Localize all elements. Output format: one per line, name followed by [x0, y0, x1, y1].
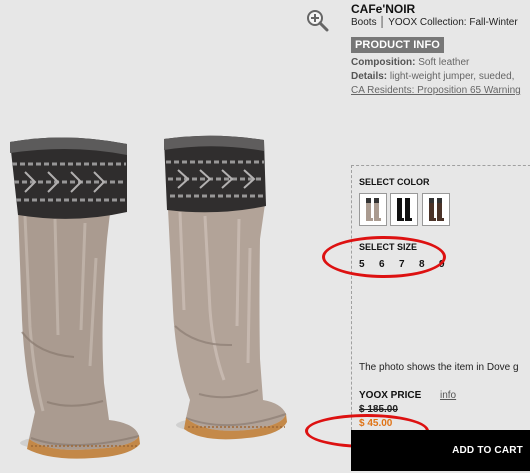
details-label: Details: [351, 71, 388, 82]
beige-boot-icon [366, 198, 381, 221]
photo-note: The photo shows the item in Dove g [359, 362, 519, 373]
composition-value: Soft leather [418, 57, 470, 68]
prop65-row: CA Residents: Proposition 65 Warning [351, 84, 521, 98]
size-option-5[interactable]: 5 [359, 259, 369, 270]
size-options: 5 6 7 8 9 [359, 259, 479, 273]
sale-price: $ 45.00 [359, 418, 393, 429]
category-link[interactable]: Boots [351, 17, 377, 28]
details-value: light-weight jumper, sueded, [389, 71, 515, 82]
product-page: CAFe'NOIR Boots │ YOOX Collection: Fall-… [0, 0, 530, 473]
product-image [10, 135, 287, 459]
zoom-icon[interactable] [305, 8, 329, 32]
size-option-7[interactable]: 7 [399, 259, 409, 270]
details-row: Details: light-weight jumper, sueded, [351, 70, 521, 84]
select-color-label: SELECT COLOR [359, 177, 430, 187]
composition-row: Composition: Soft leather [351, 56, 521, 70]
size-option-6[interactable]: 6 [379, 259, 389, 270]
size-option-8[interactable]: 8 [419, 259, 429, 270]
brown-boot-icon [429, 198, 444, 221]
price-info-link[interactable]: info [440, 390, 456, 401]
collection-text: YOOX Collection: Fall-Winter [388, 17, 518, 28]
separator: │ [379, 17, 389, 28]
select-size-label: SELECT SIZE [359, 242, 418, 252]
add-to-cart-button[interactable]: ADD TO CART [351, 430, 530, 471]
color-swatch-beige[interactable] [359, 193, 387, 226]
category-line: Boots │ YOOX Collection: Fall-Winter [351, 17, 518, 28]
price-label: YOOX PRICE [359, 390, 422, 401]
size-option-9[interactable]: 9 [439, 259, 449, 270]
product-details: Composition: Soft leather Details: light… [351, 56, 521, 98]
color-swatch-black[interactable] [390, 193, 418, 226]
color-swatches [359, 193, 459, 228]
brand-name: CAFe'NOIR [351, 2, 416, 16]
composition-label: Composition: [351, 57, 416, 68]
color-swatch-brown[interactable] [422, 193, 450, 226]
purchase-panel: SELECT COLOR SELECT SIZE 5 6 7 8 9 The p… [305, 165, 530, 448]
product-info-badge: PRODUCT INFO [351, 37, 444, 53]
black-boot-icon [397, 198, 412, 221]
original-price: $ 185.00 [359, 404, 398, 415]
prop65-link[interactable]: CA Residents: Proposition 65 Warning [351, 85, 521, 96]
